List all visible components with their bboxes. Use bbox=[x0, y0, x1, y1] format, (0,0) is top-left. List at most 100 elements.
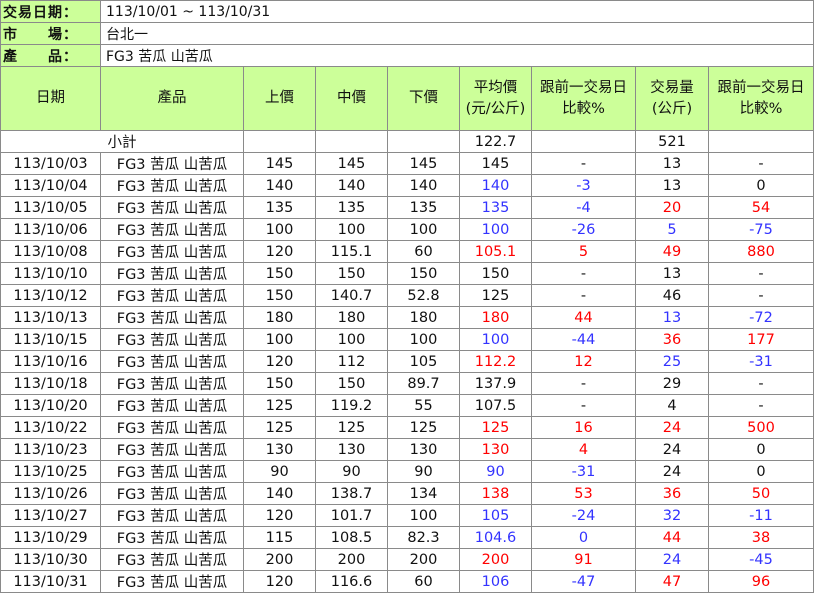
cell-date: 113/10/03 bbox=[0, 152, 101, 175]
cell-avg-compare: - bbox=[531, 284, 636, 307]
cell-high-price: 120 bbox=[243, 240, 316, 263]
cell-high-price: 125 bbox=[243, 416, 316, 439]
cell-date: 113/10/25 bbox=[0, 460, 101, 483]
cell-date: 113/10/29 bbox=[0, 526, 101, 549]
cell-product: FG3 苦瓜 山苦瓜 bbox=[100, 526, 244, 549]
cell-high-price: 115 bbox=[243, 526, 316, 549]
cell-avg-price: 106 bbox=[459, 570, 532, 593]
cell-date: 113/10/18 bbox=[0, 372, 101, 395]
cell-avg-price: 125 bbox=[459, 284, 532, 307]
cell-volume-compare: -75 bbox=[708, 218, 814, 241]
cell-low-price: 105 bbox=[387, 350, 460, 373]
cell-volume-compare: - bbox=[708, 262, 814, 285]
cell-avg-price: 130 bbox=[459, 438, 532, 461]
price-table: 日期 產品 上價 中價 下價 平均價 (元/公斤) 跟前一交易日 比較% 交易量… bbox=[0, 66, 814, 593]
cell-product: FG3 苦瓜 山苦瓜 bbox=[100, 284, 244, 307]
table-row: 113/10/30 FG3 苦瓜 山苦瓜 200 200 200 200 91 24 -45 bbox=[0, 548, 814, 571]
table-row: 113/10/23 FG3 苦瓜 山苦瓜 130 130 130 130 4 24 0 bbox=[0, 438, 814, 461]
table-row: 113/10/29 FG3 苦瓜 山苦瓜 115 108.5 82.3 104.6 0 44 3… bbox=[0, 526, 814, 549]
cell-high-price: 120 bbox=[243, 504, 316, 527]
table-row: 113/10/16 FG3 苦瓜 山苦瓜 120 112 105 112.2 12 25 -31 bbox=[0, 350, 814, 373]
cell-avg-compare: 16 bbox=[531, 416, 636, 439]
query-info-table: 交易日期： 113/10/01 ~ 113/10/31 市 場： 台北一 產 品… bbox=[0, 0, 814, 67]
cell-volume: 44 bbox=[635, 526, 709, 549]
cell-date: 113/10/30 bbox=[0, 548, 101, 571]
header-avg-compare: 跟前一交易日 比較% bbox=[531, 66, 636, 131]
cell-volume-compare: 0 bbox=[708, 460, 814, 483]
cell-product: FG3 苦瓜 山苦瓜 bbox=[100, 152, 244, 175]
cell-product: FG3 苦瓜 山苦瓜 bbox=[100, 174, 244, 197]
cell-avg-price: 107.5 bbox=[459, 394, 532, 417]
header-avg-price: 平均價 (元/公斤) bbox=[459, 66, 532, 131]
cell-date: 113/10/20 bbox=[0, 394, 101, 417]
header-avg-compare-line1: 跟前一交易日 bbox=[540, 79, 627, 96]
cell-volume-compare: - bbox=[708, 152, 814, 175]
cell-volume-compare: 177 bbox=[708, 328, 814, 351]
table-row: 113/10/08 FG3 苦瓜 山苦瓜 120 115.1 60 105.1 5 49 880 bbox=[0, 240, 814, 263]
cell-date: 113/10/16 bbox=[0, 350, 101, 373]
cell-volume-compare: 0 bbox=[708, 438, 814, 461]
table-row: 113/10/06 FG3 苦瓜 山苦瓜 100 100 100 100 -26 5 -75 bbox=[0, 218, 814, 241]
cell-mid-price: 100 bbox=[315, 218, 388, 241]
cell-avg-price: 180 bbox=[459, 306, 532, 329]
header-volume-compare-line2: 比較% bbox=[739, 100, 783, 117]
table-row: 113/10/26 FG3 苦瓜 山苦瓜 140 138.7 134 138 53 36 50 bbox=[0, 482, 814, 505]
cell-low-price: 100 bbox=[387, 504, 460, 527]
cell-high-price: 130 bbox=[243, 438, 316, 461]
cell-low-price: 100 bbox=[387, 218, 460, 241]
cell-avg-compare: 4 bbox=[531, 438, 636, 461]
cell-date: 113/10/04 bbox=[0, 174, 101, 197]
cell-product: FG3 苦瓜 山苦瓜 bbox=[100, 548, 244, 571]
cell-high-price: 135 bbox=[243, 196, 316, 219]
cell-volume-compare: -31 bbox=[708, 350, 814, 373]
cell-volume: 36 bbox=[635, 328, 709, 351]
cell-mid-price: 108.5 bbox=[315, 526, 388, 549]
cell-mid-price: 140 bbox=[315, 174, 388, 197]
cell-high-price: 90 bbox=[243, 460, 316, 483]
cell-product: FG3 苦瓜 山苦瓜 bbox=[100, 262, 244, 285]
cell-avg-compare: - bbox=[531, 262, 636, 285]
market-row: 市 場： 台北一 bbox=[0, 22, 814, 45]
subtotal-high bbox=[243, 130, 316, 153]
subtotal-avg-price: 122.7 bbox=[459, 130, 532, 153]
cell-mid-price: 138.7 bbox=[315, 482, 388, 505]
cell-volume: 47 bbox=[635, 570, 709, 593]
cell-mid-price: 116.6 bbox=[315, 570, 388, 593]
subtotal-avg-compare bbox=[531, 130, 636, 153]
cell-mid-price: 115.1 bbox=[315, 240, 388, 263]
cell-mid-price: 135 bbox=[315, 196, 388, 219]
cell-product: FG3 苦瓜 山苦瓜 bbox=[100, 196, 244, 219]
table-row: 113/10/27 FG3 苦瓜 山苦瓜 120 101.7 100 105 -24 32 -1… bbox=[0, 504, 814, 527]
cell-avg-compare: - bbox=[531, 394, 636, 417]
cell-volume-compare: - bbox=[708, 394, 814, 417]
cell-volume: 20 bbox=[635, 196, 709, 219]
header-avg-compare-line2: 比較% bbox=[562, 100, 605, 117]
cell-avg-compare: - bbox=[531, 152, 636, 175]
cell-avg-compare: 5 bbox=[531, 240, 636, 263]
header-volume-line2: (公斤) bbox=[651, 100, 693, 117]
cell-product: FG3 苦瓜 山苦瓜 bbox=[100, 372, 244, 395]
cell-low-price: 52.8 bbox=[387, 284, 460, 307]
table-row: 113/10/22 FG3 苦瓜 山苦瓜 125 125 125 125 16 24 500 bbox=[0, 416, 814, 439]
cell-volume-compare: 500 bbox=[708, 416, 814, 439]
cell-volume: 13 bbox=[635, 262, 709, 285]
cell-volume-compare: 0 bbox=[708, 174, 814, 197]
cell-date: 113/10/08 bbox=[0, 240, 101, 263]
cell-mid-price: 150 bbox=[315, 262, 388, 285]
cell-product: FG3 苦瓜 山苦瓜 bbox=[100, 416, 244, 439]
header-high-price: 上價 bbox=[243, 66, 316, 131]
cell-date: 113/10/06 bbox=[0, 218, 101, 241]
cell-low-price: 60 bbox=[387, 570, 460, 593]
cell-mid-price: 119.2 bbox=[315, 394, 388, 417]
cell-avg-compare: -4 bbox=[531, 196, 636, 219]
header-volume: 交易量 (公斤) bbox=[635, 66, 709, 131]
cell-volume: 36 bbox=[635, 482, 709, 505]
cell-low-price: 135 bbox=[387, 196, 460, 219]
cell-volume: 24 bbox=[635, 438, 709, 461]
cell-date: 113/10/22 bbox=[0, 416, 101, 439]
cell-volume: 24 bbox=[635, 460, 709, 483]
cell-avg-price: 145 bbox=[459, 152, 532, 175]
cell-date: 113/10/15 bbox=[0, 328, 101, 351]
table-header-row: 日期 產品 上價 中價 下價 平均價 (元/公斤) 跟前一交易日 比較% 交易量… bbox=[0, 66, 814, 131]
subtotal-label: 小計 bbox=[0, 130, 244, 153]
